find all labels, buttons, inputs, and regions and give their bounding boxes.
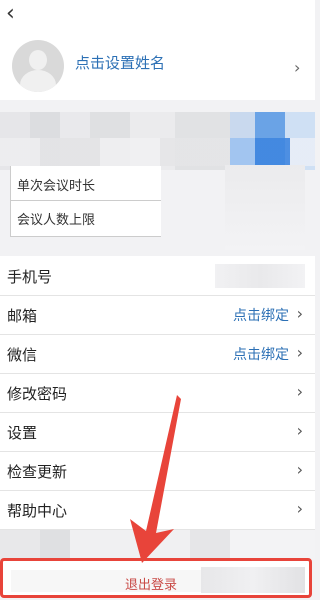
annotation-arrow-icon xyxy=(130,395,181,563)
row-label: 手机号 xyxy=(7,268,53,286)
logout-button[interactable]: 退出登录 xyxy=(125,574,177,593)
bind-email-link[interactable]: 点击绑定 xyxy=(233,305,289,325)
chevron-right-icon: › xyxy=(296,460,303,479)
row-label: 修改密码 xyxy=(7,385,68,403)
chevron-right-icon: › xyxy=(296,343,303,362)
meeting-limit-label: 会议人数上限 xyxy=(17,213,96,228)
meeting-info-card: 单次会议时长 会议人数上限 xyxy=(10,166,161,237)
row-label: 帮助中心 xyxy=(7,502,68,520)
bind-wechat-link[interactable]: 点击绑定 xyxy=(233,344,289,364)
profile-name-prompt[interactable]: 点击设置姓名 xyxy=(75,52,165,73)
chevron-right-icon: › xyxy=(296,304,303,323)
row-label: 设置 xyxy=(7,424,38,442)
top-bar: ‹ xyxy=(0,0,315,30)
chevron-left-icon[interactable]: ‹ xyxy=(6,2,15,26)
avatar-body-shape xyxy=(20,70,56,92)
pixelated-region xyxy=(0,138,315,166)
avatar[interactable] xyxy=(12,40,64,92)
pixelated-region xyxy=(201,567,305,593)
row-label: 检查更新 xyxy=(7,463,68,481)
chevron-right-icon: › xyxy=(296,421,303,440)
row-label: 邮箱 xyxy=(7,307,38,325)
divider xyxy=(11,200,161,201)
list-item-email[interactable]: 邮箱 点击绑定 › xyxy=(0,295,315,335)
list-item-phone[interactable]: 手机号 xyxy=(0,256,315,296)
meeting-duration-label: 单次会议时长 xyxy=(17,179,96,194)
pixelated-phone-value xyxy=(215,264,305,288)
chevron-right-icon: › xyxy=(296,499,303,518)
row-label: 微信 xyxy=(7,346,38,364)
pixelated-region xyxy=(225,165,305,250)
chevron-right-icon: › xyxy=(294,58,301,77)
chevron-right-icon: › xyxy=(296,382,303,401)
list-item-wechat[interactable]: 微信 点击绑定 › xyxy=(0,334,315,374)
avatar-head-shape xyxy=(29,50,47,70)
